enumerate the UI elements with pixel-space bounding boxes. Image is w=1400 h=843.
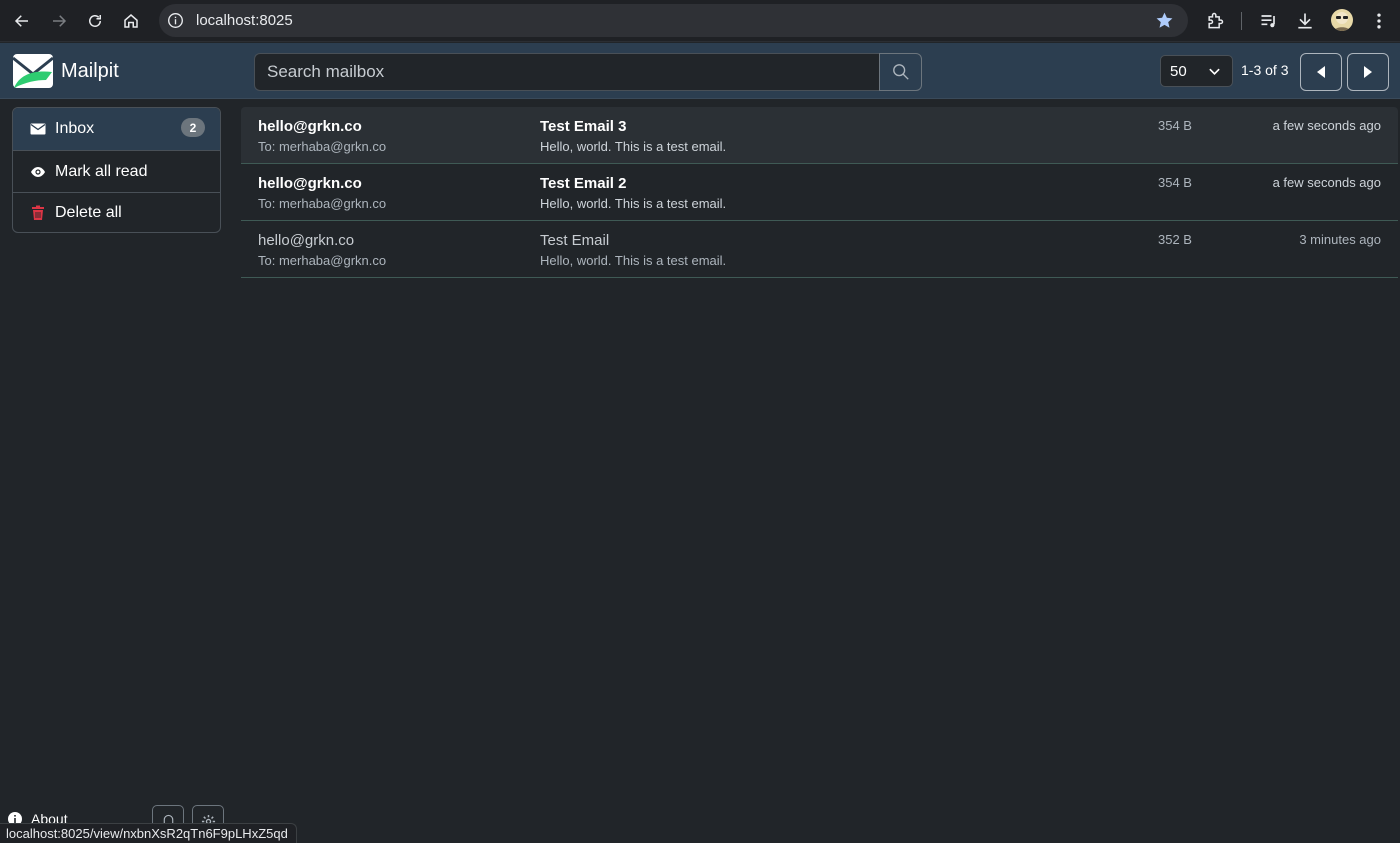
envelope-icon: [29, 120, 47, 138]
home-icon[interactable]: [118, 8, 144, 34]
browser-toolbar: localhost:8025: [0, 0, 1400, 42]
message-subject: Test Email 3: [540, 118, 627, 135]
mark-all-read-button[interactable]: Mark all read: [13, 151, 220, 193]
app-header: Mailpit 50 1-3 of 3: [0, 43, 1400, 99]
url-text[interactable]: localhost:8025: [196, 12, 293, 29]
message-from: hello@grkn.co: [258, 232, 355, 249]
sidebar-item-label: Inbox: [55, 120, 95, 137]
per-page-select[interactable]: 50: [1160, 55, 1233, 87]
message-to: To: merhaba@grkn.co: [258, 253, 387, 268]
search-input[interactable]: [254, 53, 880, 91]
message-snippet: Hello, world. This is a test email.: [540, 196, 727, 211]
downloads-icon[interactable]: [1293, 9, 1317, 33]
toolbar-separator: [1241, 12, 1242, 30]
sidebar-item-inbox[interactable]: Inbox 2: [13, 108, 220, 150]
forward-icon[interactable]: [46, 8, 72, 34]
message-size: 354 B: [1158, 175, 1192, 190]
message-time: a few seconds ago: [1272, 118, 1381, 133]
sidebar-item-label: Delete all: [55, 204, 122, 221]
reload-icon[interactable]: [82, 8, 108, 34]
message-from: hello@grkn.co: [258, 118, 362, 135]
message-to: To: merhaba@grkn.co: [258, 196, 387, 211]
eye-icon: [29, 163, 47, 181]
search-form: [254, 53, 922, 91]
search-button[interactable]: [879, 53, 922, 91]
profile-avatar[interactable]: [1331, 9, 1353, 31]
caret-right-icon: [1364, 66, 1372, 78]
message-snippet: Hello, world. This is a test email.: [540, 139, 727, 154]
message-time: a few seconds ago: [1272, 175, 1381, 190]
sidebar-menu: Inbox 2 Mark all read Delete all: [12, 107, 221, 233]
brand-name[interactable]: Mailpit: [61, 60, 119, 83]
mailpit-logo[interactable]: [12, 52, 54, 90]
message-size: 354 B: [1158, 118, 1192, 133]
next-page-button[interactable]: [1347, 53, 1389, 91]
bookmark-star-icon[interactable]: [1155, 11, 1174, 30]
back-icon[interactable]: [9, 8, 35, 34]
trash-icon: [29, 204, 47, 222]
status-bar-url: localhost:8025/view/nxbnXsR2qTn6F9pLHxZ5…: [0, 823, 297, 843]
message-row[interactable]: hello@grkn.co To: merhaba@grkn.co Test E…: [241, 164, 1398, 221]
message-from: hello@grkn.co: [258, 175, 362, 192]
message-time: 3 minutes ago: [1299, 232, 1381, 247]
previous-page-button[interactable]: [1300, 53, 1342, 91]
message-row[interactable]: hello@grkn.co To: merhaba@grkn.co Test E…: [241, 221, 1398, 278]
message-snippet: Hello, world. This is a test email.: [540, 253, 727, 268]
site-info-icon[interactable]: [167, 12, 184, 29]
menu-icon[interactable]: [1367, 9, 1391, 33]
search-icon: [892, 64, 909, 80]
unread-count-badge: 2: [181, 118, 205, 137]
per-page-value: 50: [1170, 62, 1187, 80]
message-to: To: merhaba@grkn.co: [258, 139, 387, 154]
extensions-icon[interactable]: [1203, 9, 1227, 33]
message-row[interactable]: hello@grkn.co To: merhaba@grkn.co Test E…: [241, 107, 1398, 164]
sidebar-item-label: Mark all read: [55, 163, 148, 180]
message-subject: Test Email: [540, 232, 610, 249]
caret-left-icon: [1317, 66, 1325, 78]
message-subject: Test Email 2: [540, 175, 627, 192]
address-bar[interactable]: localhost:8025: [159, 4, 1188, 37]
chevron-down-icon: [1209, 68, 1220, 76]
delete-all-button[interactable]: Delete all: [13, 192, 220, 232]
message-size: 352 B: [1158, 232, 1192, 247]
pagination-info: 1-3 of 3: [1241, 62, 1289, 78]
media-controls-icon[interactable]: [1257, 9, 1281, 33]
